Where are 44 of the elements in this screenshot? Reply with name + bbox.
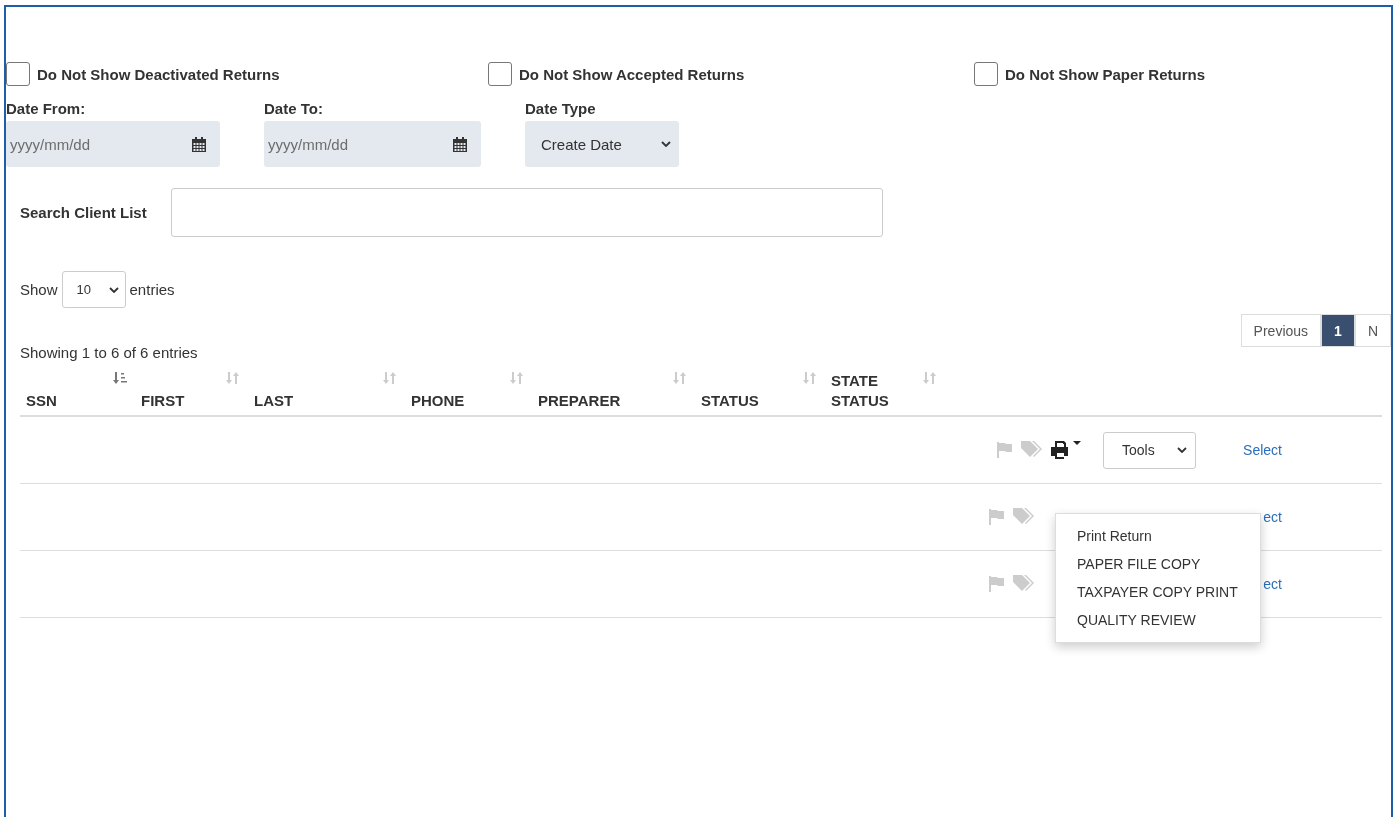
column-header[interactable]: STATUS xyxy=(701,391,771,411)
menu-item[interactable]: Print Return xyxy=(1056,522,1260,550)
pagination-button[interactable]: 1 xyxy=(1321,314,1355,347)
filter-checkbox[interactable]: Do Not Show Paper Returns xyxy=(974,62,1391,86)
pagination-button[interactable]: N xyxy=(1354,314,1391,347)
column-header[interactable]: PREPARER xyxy=(538,391,621,411)
date-input[interactable]: yyyy/mm/dd xyxy=(264,121,481,167)
calendar-icon[interactable] xyxy=(192,136,206,152)
sort-icon[interactable] xyxy=(113,371,127,385)
chevron-down-icon xyxy=(661,141,671,147)
calendar-icon[interactable] xyxy=(453,136,467,152)
flag-icon[interactable] xyxy=(989,576,1005,592)
menu-item[interactable]: TAXPAYER COPY PRINT xyxy=(1056,578,1260,606)
tag-icon[interactable] xyxy=(1021,441,1043,459)
menu-item[interactable]: PAPER FILE COPY xyxy=(1056,550,1260,578)
tag-icon[interactable] xyxy=(1013,575,1035,593)
chevron-down-icon xyxy=(1177,447,1187,453)
date-input[interactable]: yyyy/mm/dd xyxy=(6,121,220,167)
column-header[interactable]: FIRST xyxy=(141,391,211,411)
field-label: Date To: xyxy=(264,100,324,117)
flag-icon[interactable] xyxy=(989,509,1005,525)
search-field[interactable] xyxy=(170,188,883,237)
entries-label: entries xyxy=(129,281,175,298)
filter-checkbox[interactable]: Do Not Show Accepted Returns xyxy=(488,62,974,86)
printer-icon[interactable] xyxy=(1051,441,1081,459)
column-header[interactable]: STATE STATUS xyxy=(831,371,901,411)
field-label: Date From: xyxy=(6,100,87,117)
entries-info: Showing 1 to 6 of 6 entries xyxy=(19,344,199,361)
page-length-select[interactable]: 10 xyxy=(61,271,126,308)
column-header[interactable]: LAST xyxy=(254,391,324,411)
select-link[interactable]: Select xyxy=(1226,442,1282,458)
tag-icon[interactable] xyxy=(1013,508,1035,526)
pagination-button[interactable]: Previous xyxy=(1240,314,1322,347)
field-label: Date Type xyxy=(525,100,597,117)
column-header[interactable]: PHONE xyxy=(411,391,481,411)
chevron-down-icon xyxy=(108,286,119,293)
show-label: Show xyxy=(20,281,58,298)
tools-select[interactable]: Tools xyxy=(1103,431,1196,469)
field-label: Search Client List xyxy=(20,204,147,221)
menu-item[interactable]: QUALITY REVIEW xyxy=(1056,606,1260,634)
flag-icon[interactable] xyxy=(997,442,1013,458)
filter-checkbox[interactable]: Do Not Show Deactivated Returns xyxy=(6,62,488,86)
column-header[interactable]: SSN xyxy=(26,391,96,411)
date-type-select[interactable]: Create Date xyxy=(525,121,679,167)
